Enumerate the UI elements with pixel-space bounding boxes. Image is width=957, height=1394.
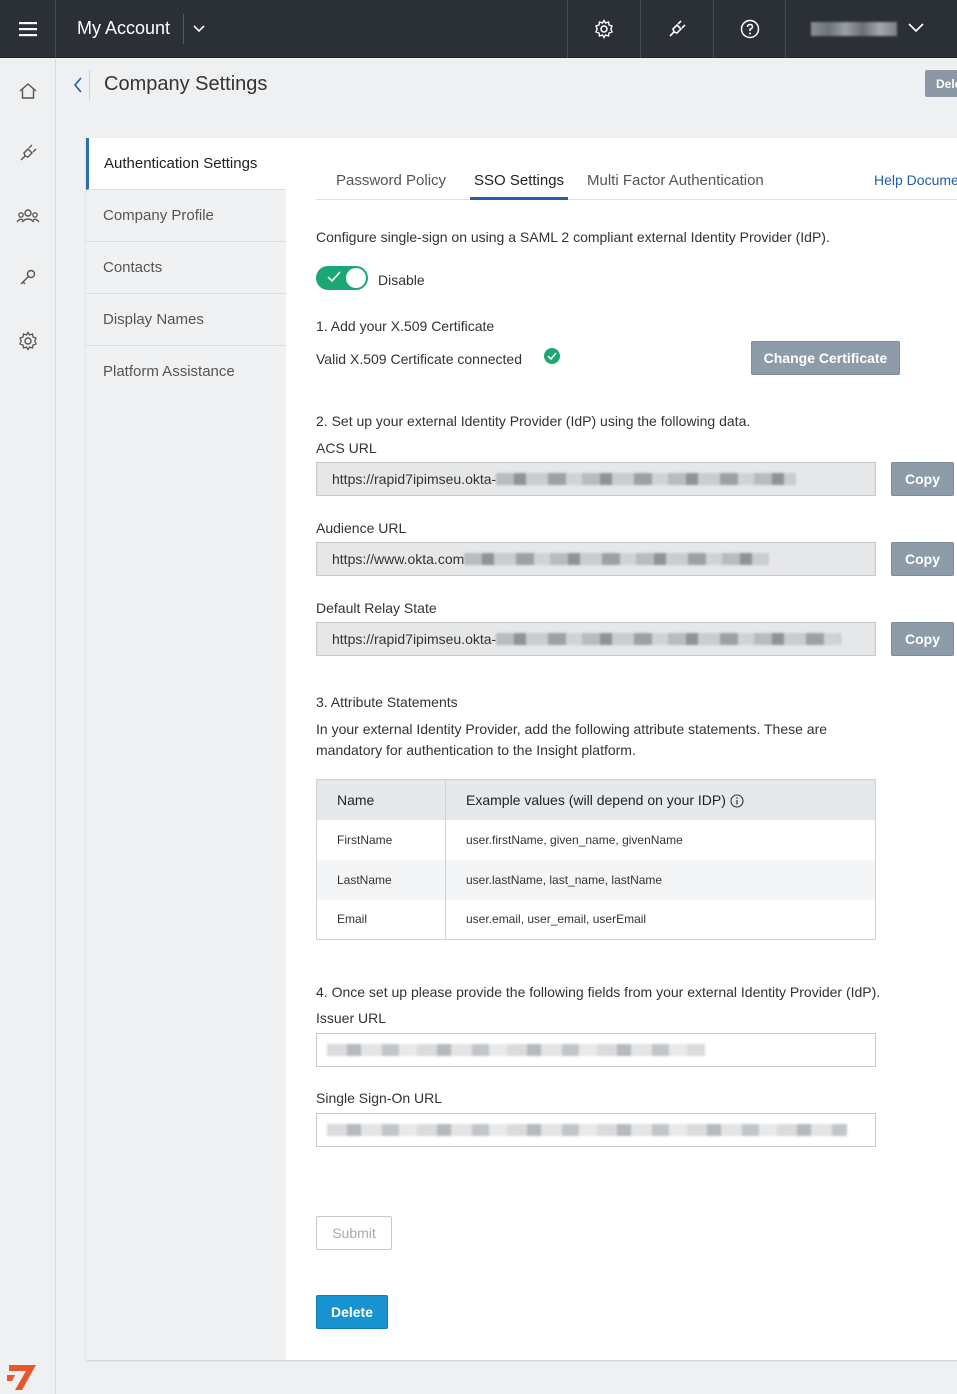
issuer-url-label: Issuer URL	[316, 1010, 387, 1026]
settings-button[interactable]	[567, 0, 639, 58]
step2-heading: 2. Set up your external Identity Provide…	[316, 413, 751, 429]
acs-url-value: https://rapid7ipimseu.okta-	[332, 471, 497, 487]
copy-acs-url-button[interactable]: Copy	[891, 462, 954, 496]
tab-multi-factor-authentication[interactable]: Multi Factor Authentication	[587, 172, 764, 200]
acs-url-field[interactable]: https://rapid7ipimseu.okta-	[316, 462, 876, 496]
rail-home[interactable]	[0, 71, 56, 111]
relay-state-value: https://rapid7ipimseu.okta-	[332, 631, 497, 647]
copy-relay-state-button[interactable]: Copy	[891, 622, 954, 656]
check-icon	[327, 271, 341, 283]
submit-button[interactable]: Submit	[316, 1216, 392, 1250]
column-header-name: Name	[316, 779, 446, 820]
step4-heading: 4. Once set up please provide the follow…	[316, 984, 881, 1000]
step1-heading: 1. Add your X.509 Certificate	[316, 318, 495, 334]
attr-name-cell: LastName	[316, 859, 446, 900]
user-name-redacted	[811, 22, 897, 36]
redacted-value	[496, 632, 842, 645]
audience-url-label: Audience URL	[316, 520, 407, 536]
sso-toggle[interactable]	[316, 266, 368, 290]
settings-icon	[594, 19, 613, 39]
chevron-down-icon	[192, 25, 205, 33]
issuer-url-input[interactable]	[316, 1033, 876, 1067]
column-header-example-values-label: Example values (will depend on your IDP)	[466, 791, 726, 808]
integrations-button[interactable]	[640, 0, 712, 58]
chevron-left-icon	[73, 77, 82, 93]
acs-url-label: ACS URL	[316, 440, 377, 456]
settings-icon	[19, 331, 37, 351]
rail-settings[interactable]	[0, 321, 56, 361]
sso-url-input[interactable]	[316, 1113, 876, 1147]
cert-status: Valid X.509 Certificate connected	[316, 351, 522, 367]
rail-users[interactable]	[0, 196, 56, 236]
table-row: LastName user.lastName, last_name, lastN…	[316, 859, 876, 900]
plug-icon	[668, 20, 686, 37]
side-item-authentication-settings[interactable]: Authentication Settings	[86, 138, 286, 190]
check-circle-icon	[544, 348, 560, 364]
relay-state-label: Default Relay State	[316, 600, 437, 616]
column-header-example-values: Example values (will depend on your IDP)	[445, 779, 876, 820]
settings-side-menu: Authentication Settings Company Profile …	[86, 138, 286, 1360]
help-icon	[740, 19, 759, 39]
redacted-value	[496, 472, 797, 485]
menu-button[interactable]	[0, 0, 56, 58]
menu-icon	[18, 22, 37, 37]
audience-url-value: https://www.okta.com	[332, 551, 465, 567]
relay-state-field[interactable]: https://rapid7ipimseu.okta-	[316, 622, 876, 656]
key-icon	[20, 269, 36, 285]
toggle-label: Disable	[378, 272, 425, 288]
side-item-display-names[interactable]: Display Names	[86, 294, 286, 346]
redacted-value	[327, 1124, 847, 1137]
help-button[interactable]	[713, 0, 785, 58]
app-title[interactable]: My Account	[77, 18, 170, 39]
step3-description-line1: In your external Identity Provider, add …	[316, 721, 828, 737]
users-icon	[16, 209, 40, 223]
tab-password-policy[interactable]: Password Policy	[336, 172, 446, 200]
help-documentation-link[interactable]: Help Docume	[874, 172, 957, 188]
attr-values-cell: user.lastName, last_name, lastName	[445, 859, 876, 900]
rapid7-logo-icon	[7, 1365, 36, 1390]
attribute-table: Name Example values (will depend on your…	[316, 779, 876, 940]
table-row: FirstName user.firstName, given_name, gi…	[316, 819, 876, 860]
attr-name-cell: FirstName	[316, 819, 446, 860]
app-switcher-button[interactable]	[183, 14, 213, 44]
table-row: Email user.email, user_email, userEmail	[316, 899, 876, 940]
side-item-platform-assistance[interactable]: Platform Assistance	[86, 346, 286, 398]
tab-bar: Password Policy SSO Settings Multi Facto…	[316, 138, 957, 200]
chevron-down-icon	[908, 23, 924, 33]
user-menu[interactable]	[785, 0, 957, 58]
plug-icon	[20, 144, 37, 161]
home-icon	[19, 83, 37, 99]
redacted-value	[327, 1044, 705, 1057]
rail-keys[interactable]	[0, 258, 56, 298]
attr-name-cell: Email	[316, 899, 446, 940]
delete-company-button[interactable]: Dele	[925, 70, 957, 97]
sso-url-label: Single Sign-On URL	[316, 1090, 443, 1106]
attr-values-cell: user.firstName, given_name, givenName	[466, 832, 683, 847]
back-button[interactable]	[66, 70, 90, 100]
table-header-row: Name Example values (will depend on your…	[316, 779, 876, 820]
step3-description-line2: mandatory for authentication to the Insi…	[316, 742, 636, 758]
page-title: Company Settings	[104, 73, 268, 95]
rail-integrations[interactable]	[0, 133, 56, 173]
copy-audience-url-button[interactable]: Copy	[891, 542, 954, 576]
change-certificate-button[interactable]: Change Certificate	[751, 341, 900, 375]
side-item-contacts[interactable]: Contacts	[86, 242, 286, 294]
step3-heading: 3. Attribute Statements	[316, 694, 458, 710]
info-icon[interactable]	[730, 794, 744, 808]
settings-card: Authentication Settings Company Profile …	[86, 138, 957, 1360]
attr-values-cell: user.email, user_email, userEmail	[466, 912, 647, 927]
tab-sso-settings[interactable]: SSO Settings	[470, 172, 569, 200]
sso-content: Password Policy SSO Settings Multi Facto…	[286, 138, 957, 1360]
toggle-knob	[346, 268, 366, 288]
redacted-value	[464, 552, 770, 565]
delete-button[interactable]: Delete	[316, 1295, 388, 1329]
top-bar: My Account	[0, 0, 957, 58]
sso-intro: Configure single-sign on using a SAML 2 …	[316, 229, 830, 245]
left-rail	[0, 58, 56, 1394]
side-item-company-profile[interactable]: Company Profile	[86, 190, 286, 242]
audience-url-field[interactable]: https://www.okta.com	[316, 542, 876, 576]
